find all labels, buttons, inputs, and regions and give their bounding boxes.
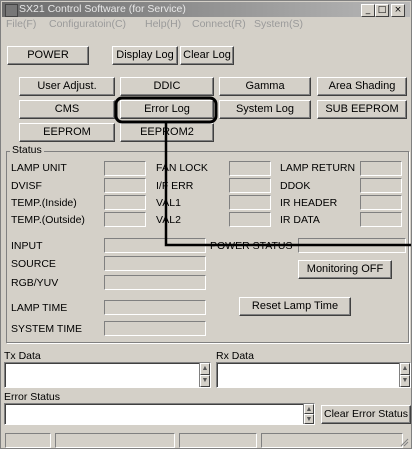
callout-annotation (114, 96, 411, 247)
callout-highlight-box (114, 96, 218, 124)
callout-leader-line (164, 122, 411, 247)
application-window: SX21 Control Software (for Service) _ □ … (0, 0, 412, 449)
